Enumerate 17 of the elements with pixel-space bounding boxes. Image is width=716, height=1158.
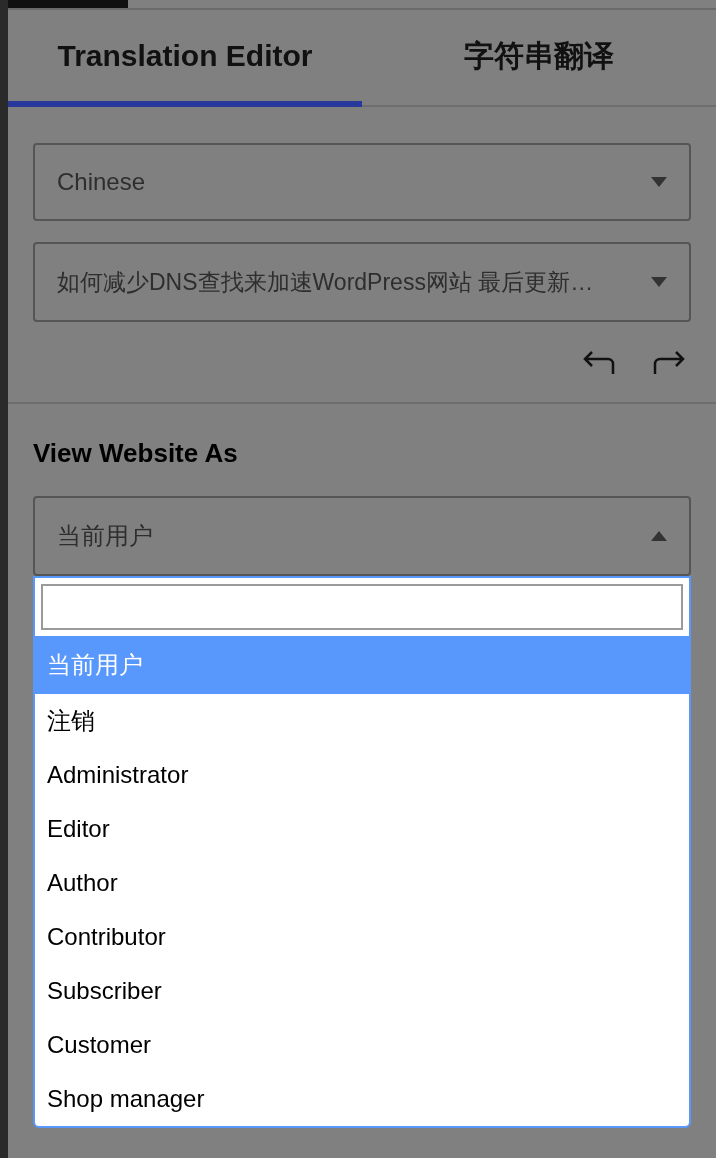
dropdown-option[interactable]: Customer: [35, 1018, 689, 1072]
dropdown-option[interactable]: Subscriber: [35, 964, 689, 1018]
dropdown-option[interactable]: Editor: [35, 802, 689, 856]
tab[interactable]: Translation Editor: [8, 10, 362, 107]
dropdown-option[interactable]: Contributor: [35, 910, 689, 964]
caret-icon: [651, 177, 667, 187]
caret-icon: [651, 277, 667, 287]
tab[interactable]: 字符串翻译: [362, 10, 716, 107]
dropdown-option[interactable]: Shop manager: [35, 1072, 689, 1126]
dropdown-option[interactable]: 注销: [35, 694, 689, 748]
dropdown-option[interactable]: Administrator: [35, 748, 689, 802]
section-heading: View Website As: [33, 437, 239, 470]
dropdown-option[interactable]: Author: [35, 856, 689, 910]
redo-icon[interactable]: [652, 350, 686, 376]
search-field[interactable]: [41, 584, 683, 630]
caret-icon: [651, 531, 667, 541]
undo-icon[interactable]: [582, 350, 616, 376]
